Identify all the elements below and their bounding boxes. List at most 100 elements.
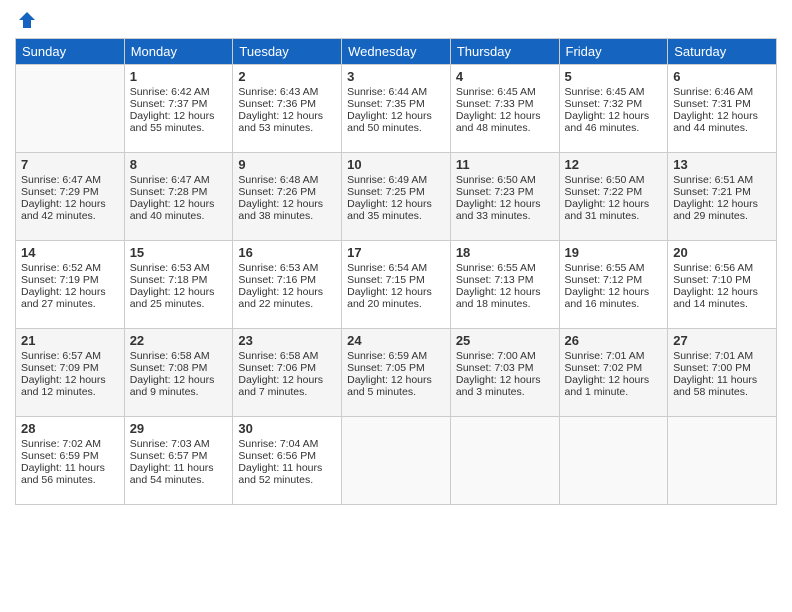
header-day: Monday [124,39,233,65]
sunset: Sunset: 7:33 PM [456,98,534,110]
sunrise: Sunrise: 7:00 AM [456,350,536,362]
calendar-cell [16,65,125,153]
day-number: 5 [565,69,663,84]
sunset: Sunset: 7:26 PM [238,186,316,198]
daylight: Daylight: 12 hours and 40 minutes. [130,198,215,222]
sunset: Sunset: 7:21 PM [673,186,751,198]
calendar-week-row: 21Sunrise: 6:57 AMSunset: 7:09 PMDayligh… [16,329,777,417]
sunset: Sunset: 7:00 PM [673,362,751,374]
calendar-container: SundayMondayTuesdayWednesdayThursdayFrid… [0,0,792,515]
calendar-cell: 19Sunrise: 6:55 AMSunset: 7:12 PMDayligh… [559,241,668,329]
calendar-cell: 15Sunrise: 6:53 AMSunset: 7:18 PMDayligh… [124,241,233,329]
calendar-cell: 13Sunrise: 6:51 AMSunset: 7:21 PMDayligh… [668,153,777,241]
calendar-cell: 18Sunrise: 6:55 AMSunset: 7:13 PMDayligh… [450,241,559,329]
calendar-week-row: 28Sunrise: 7:02 AMSunset: 6:59 PMDayligh… [16,417,777,505]
sunrise: Sunrise: 7:04 AM [238,438,318,450]
header-row: SundayMondayTuesdayWednesdayThursdayFrid… [16,39,777,65]
day-number: 12 [565,157,663,172]
sunrise: Sunrise: 6:54 AM [347,262,427,274]
daylight: Daylight: 12 hours and 5 minutes. [347,374,432,398]
sunrise: Sunrise: 6:58 AM [238,350,318,362]
day-number: 28 [21,421,119,436]
day-number: 7 [21,157,119,172]
day-number: 17 [347,245,445,260]
day-number: 26 [565,333,663,348]
calendar-cell: 29Sunrise: 7:03 AMSunset: 6:57 PMDayligh… [124,417,233,505]
day-number: 27 [673,333,771,348]
daylight: Daylight: 12 hours and 55 minutes. [130,110,215,134]
daylight: Daylight: 12 hours and 53 minutes. [238,110,323,134]
calendar-cell: 7Sunrise: 6:47 AMSunset: 7:29 PMDaylight… [16,153,125,241]
sunset: Sunset: 7:10 PM [673,274,751,286]
calendar-cell: 2Sunrise: 6:43 AMSunset: 7:36 PMDaylight… [233,65,342,153]
header-day: Tuesday [233,39,342,65]
calendar-cell: 28Sunrise: 7:02 AMSunset: 6:59 PMDayligh… [16,417,125,505]
sunrise: Sunrise: 6:53 AM [130,262,210,274]
sunset: Sunset: 7:37 PM [130,98,208,110]
sunset: Sunset: 6:59 PM [21,450,99,462]
sunrise: Sunrise: 7:01 AM [673,350,753,362]
sunset: Sunset: 7:23 PM [456,186,534,198]
sunset: Sunset: 7:29 PM [21,186,99,198]
calendar-cell: 20Sunrise: 6:56 AMSunset: 7:10 PMDayligh… [668,241,777,329]
sunset: Sunset: 7:09 PM [21,362,99,374]
sunset: Sunset: 7:12 PM [565,274,643,286]
day-number: 10 [347,157,445,172]
daylight: Daylight: 11 hours and 54 minutes. [130,462,214,486]
sunset: Sunset: 7:02 PM [565,362,643,374]
calendar-cell: 23Sunrise: 6:58 AMSunset: 7:06 PMDayligh… [233,329,342,417]
day-number: 8 [130,157,228,172]
sunset: Sunset: 7:28 PM [130,186,208,198]
calendar-cell: 1Sunrise: 6:42 AMSunset: 7:37 PMDaylight… [124,65,233,153]
day-number: 18 [456,245,554,260]
daylight: Daylight: 12 hours and 42 minutes. [21,198,106,222]
daylight: Daylight: 11 hours and 56 minutes. [21,462,105,486]
daylight: Daylight: 12 hours and 14 minutes. [673,286,758,310]
day-number: 14 [21,245,119,260]
calendar-cell: 8 Sunrise: 6:47 AMSunset: 7:28 PMDaylight… [124,153,233,241]
day-number: 4 [456,69,554,84]
calendar-cell: 9Sunrise: 6:48 AMSunset: 7:26 PMDaylight… [233,153,342,241]
daylight: Daylight: 12 hours and 20 minutes. [347,286,432,310]
daylight: Daylight: 12 hours and 22 minutes. [238,286,323,310]
calendar-cell: 11Sunrise: 6:50 AMSunset: 7:23 PMDayligh… [450,153,559,241]
daylight: Daylight: 12 hours and 9 minutes. [130,374,215,398]
sunset: Sunset: 7:31 PM [673,98,751,110]
calendar-cell: 27Sunrise: 7:01 AMSunset: 7:00 PMDayligh… [668,329,777,417]
sunset: Sunset: 7:36 PM [238,98,316,110]
logo-icon [17,10,37,30]
sunrise: Sunrise: 6:59 AM [347,350,427,362]
logo [15,10,37,30]
day-number: 29 [130,421,228,436]
calendar-cell: 25Sunrise: 7:00 AMSunset: 7:03 PMDayligh… [450,329,559,417]
calendar-cell: 12Sunrise: 6:50 AMSunset: 7:22 PMDayligh… [559,153,668,241]
sunrise: Sunrise: 6:53 AM [238,262,318,274]
daylight: Daylight: 12 hours and 38 minutes. [238,198,323,222]
daylight: Daylight: 12 hours and 1 minute. [565,374,650,398]
calendar-cell [450,417,559,505]
daylight: Daylight: 12 hours and 12 minutes. [21,374,106,398]
calendar-cell: 21Sunrise: 6:57 AMSunset: 7:09 PMDayligh… [16,329,125,417]
sunset: Sunset: 6:57 PM [130,450,208,462]
day-number: 13 [673,157,771,172]
day-number: 20 [673,245,771,260]
sunrise: Sunrise: 6:42 AM [130,86,210,98]
calendar-cell [559,417,668,505]
calendar-week-row: 14Sunrise: 6:52 AMSunset: 7:19 PMDayligh… [16,241,777,329]
sunset: Sunset: 7:13 PM [456,274,534,286]
sunrise: Sunrise: 6:50 AM [456,174,536,186]
day-number: 2 [238,69,336,84]
sunrise: Sunrise: 6:45 AM [565,86,645,98]
daylight: Daylight: 12 hours and 3 minutes. [456,374,541,398]
sunset: Sunset: 7:15 PM [347,274,425,286]
sunset: Sunset: 6:56 PM [238,450,316,462]
day-number: 16 [238,245,336,260]
sunset: Sunset: 7:22 PM [565,186,643,198]
sunrise: Sunrise: 6:57 AM [21,350,101,362]
sunrise: Sunrise: 6:55 AM [456,262,536,274]
calendar-cell: 14Sunrise: 6:52 AMSunset: 7:19 PMDayligh… [16,241,125,329]
sunrise: Sunrise: 6:47 AM [130,174,210,186]
calendar-cell: 26 Sunrise: 7:01 AMSunset: 7:02 PMDayligh… [559,329,668,417]
daylight: Daylight: 12 hours and 29 minutes. [673,198,758,222]
sunrise: Sunrise: 7:01 AM [565,350,645,362]
